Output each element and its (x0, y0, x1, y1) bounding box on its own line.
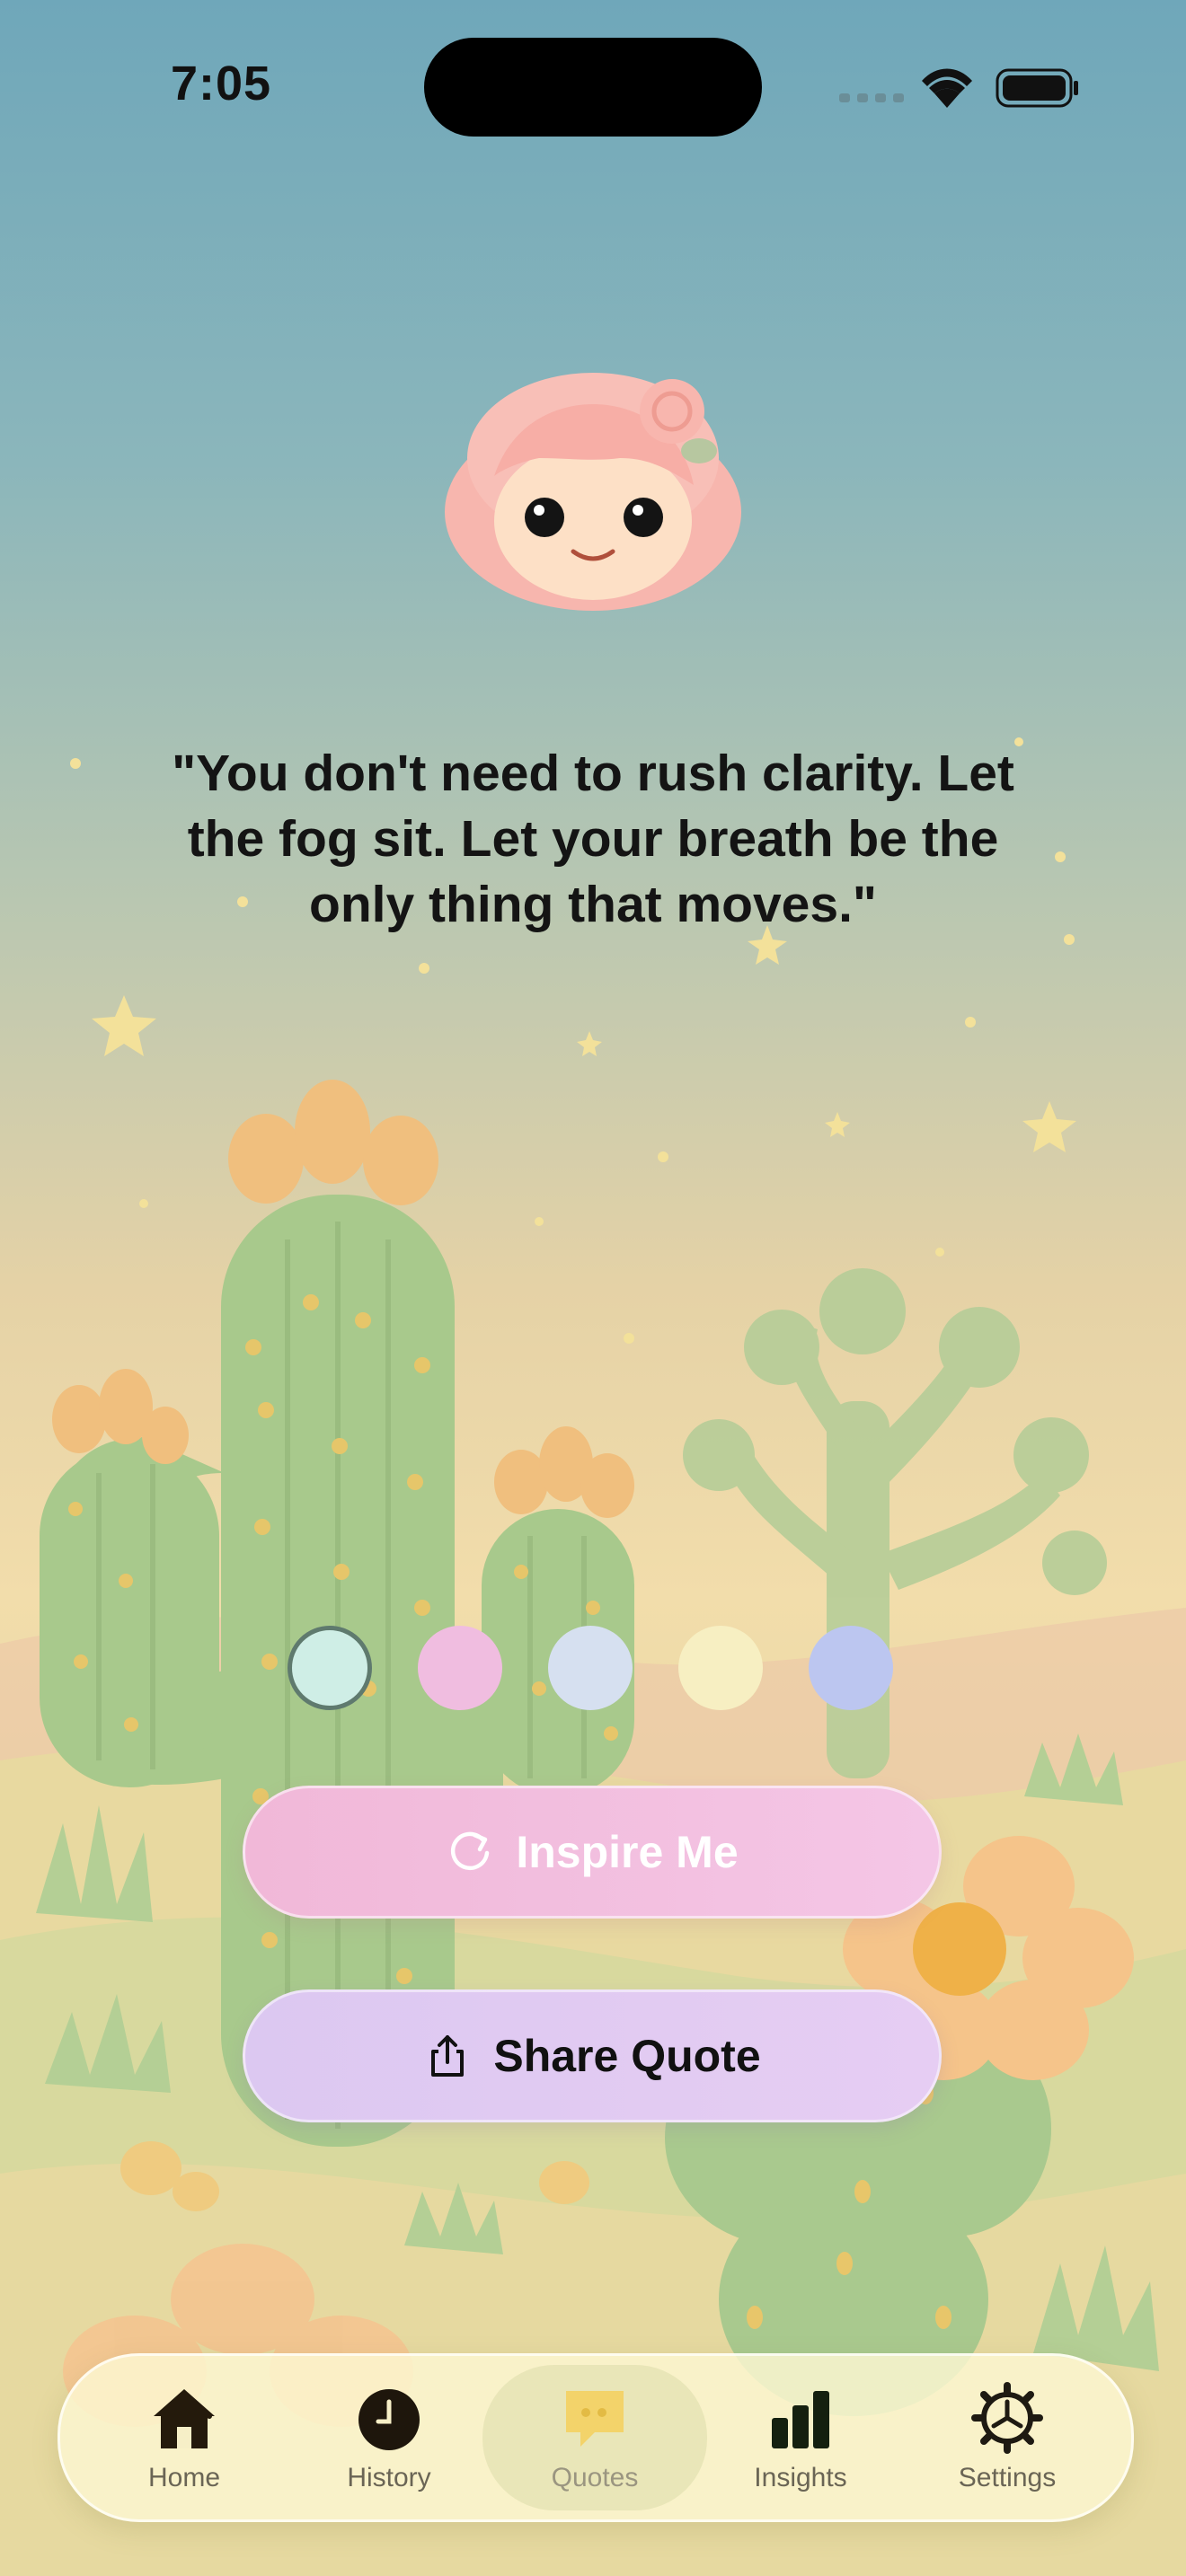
tab-bar: Home History Quotes Insights Settings (58, 2353, 1134, 2522)
inspire-me-label: Inspire Me (516, 1827, 739, 1877)
status-bar: 7:05 (0, 0, 1186, 171)
status-icons (839, 68, 1078, 108)
theme-color-picker (288, 1626, 898, 1716)
clock-icon (358, 2389, 420, 2450)
tab-quotes[interactable]: Quotes (482, 2365, 707, 2510)
swatch-pink[interactable] (418, 1626, 502, 1710)
house-icon (154, 2389, 215, 2448)
inspire-me-button[interactable]: Inspire Me (243, 1786, 942, 1919)
app-screen: 7:05 "You don't need to rush clarity. Le… (0, 0, 1186, 2576)
refresh-icon (451, 1831, 490, 1871)
cellular-signal-icon (839, 93, 904, 102)
dynamic-island (424, 38, 762, 137)
battery-icon (996, 68, 1078, 108)
share-icon (431, 2035, 465, 2077)
tab-history-label: History (347, 2463, 431, 2492)
tab-home-label: Home (147, 2463, 221, 2492)
tab-insights[interactable]: Insights (698, 2356, 903, 2519)
speech-bubble-icon (566, 2391, 624, 2447)
quote-text: "You don't need to rush clarity. Let the… (172, 745, 1014, 933)
share-quote-label: Share Quote (493, 2031, 761, 2081)
tab-history[interactable]: History (287, 2356, 491, 2519)
wifi-icon (922, 68, 972, 108)
status-time: 7:05 (171, 57, 272, 110)
swatch-mint[interactable] (288, 1626, 372, 1710)
bar-chart-icon (772, 2391, 829, 2448)
swatch-lavender-blue[interactable] (548, 1626, 633, 1710)
swatch-periwinkle[interactable] (809, 1626, 893, 1710)
tab-settings-label: Settings (958, 2463, 1057, 2492)
swatch-cream[interactable] (678, 1626, 763, 1710)
tab-quotes-label: Quotes (551, 2463, 639, 2492)
character-avatar (445, 373, 741, 611)
tab-insights-label: Insights (754, 2463, 847, 2492)
tab-home[interactable]: Home (82, 2356, 287, 2519)
tab-settings[interactable]: Settings (905, 2356, 1110, 2519)
share-quote-button[interactable]: Share Quote (243, 1989, 942, 2122)
gear-icon (971, 2382, 1043, 2454)
